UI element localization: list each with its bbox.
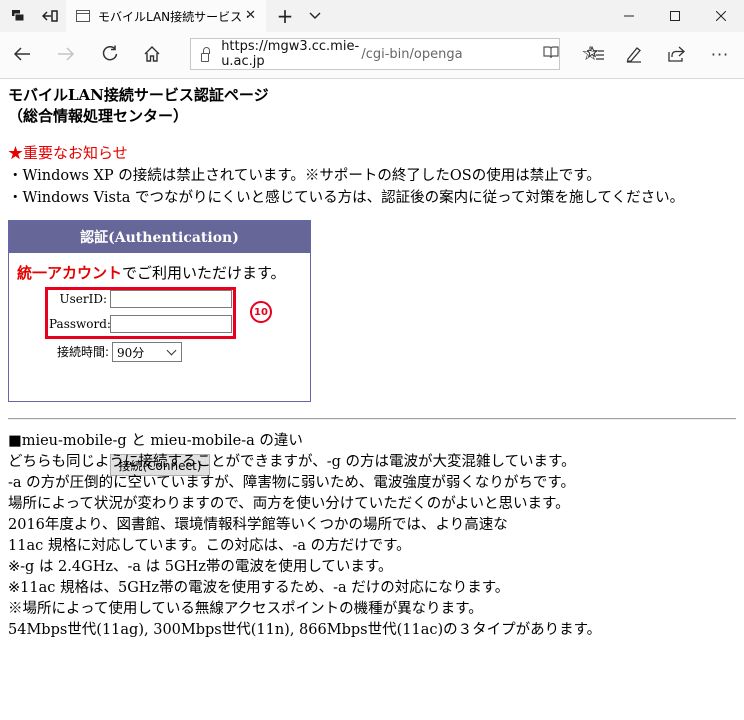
url-path: /cgi-bin/openga xyxy=(361,46,463,62)
tab-close-icon[interactable]: ✕ xyxy=(245,8,256,23)
refresh-icon[interactable] xyxy=(90,32,130,76)
info-line: 2016年度より、図書館、環境情報科学館等いくつかの場所では、より高速な xyxy=(8,517,508,533)
set-tabs-aside-icon[interactable] xyxy=(34,0,66,32)
more-menu-icon[interactable]: ··· xyxy=(700,32,740,76)
info-line: 54Mbps世代(11ag), 300Mbps世代(11n), 866Mbps世… xyxy=(8,622,602,638)
info-line: ■mieu-mobile-g と mieu-mobile-a の違い xyxy=(8,433,303,449)
close-window-icon[interactable] xyxy=(698,0,744,32)
chevron-down-icon xyxy=(166,345,177,356)
auth-header: 認証(Authentication) xyxy=(9,221,310,253)
duration-select[interactable]: 90分 xyxy=(112,342,182,362)
info-line: ※11ac 規格は、5GHz帯の電波を使用するため、-a だけの対応になります。 xyxy=(8,580,510,596)
browser-navbar: https://mgw3.cc.mie-u.ac.jp /cgi-bin/ope… xyxy=(0,32,744,79)
reading-view-icon[interactable] xyxy=(543,45,559,63)
notice-line: ・Windows XP の接続は禁止されています。※サポートの終了したOSの使用… xyxy=(8,168,601,184)
address-bar[interactable]: https://mgw3.cc.mie-u.ac.jp /cgi-bin/ope… xyxy=(190,38,599,70)
info-line: -a の方が圧倒的に空いていますが、障害物に弱いため、電波強度が弱くなりがちです… xyxy=(8,475,575,491)
home-icon[interactable] xyxy=(132,32,172,76)
account-highlight: 統一アカウント xyxy=(17,264,123,282)
annotation-number-badge: 10 xyxy=(250,301,272,323)
lock-icon xyxy=(201,46,211,62)
info-line: 11ac 規格に対応しています。この対応は、-a の方だけです。 xyxy=(8,538,411,554)
share-icon[interactable] xyxy=(656,32,696,76)
new-tab-icon[interactable]: + xyxy=(270,0,300,32)
page-title-line2: （総合情報処理センター） xyxy=(8,107,189,125)
tab-title: モバイルLAN接続サービス・ xyxy=(98,9,248,24)
notice-heading: ★重要なお知らせ xyxy=(8,144,128,162)
tab-list-chevron-icon[interactable] xyxy=(302,0,328,32)
url-host: https://mgw3.cc.mie-u.ac.jp xyxy=(221,39,360,69)
page-title-line1: モバイルLAN接続サービス認証ページ xyxy=(8,86,269,104)
forward-icon[interactable] xyxy=(46,32,86,76)
duration-label: 接続時間: xyxy=(56,345,109,359)
info-line: ※-g は 2.4GHz、-a は 5GHz帯の電波を使用しています。 xyxy=(8,559,393,575)
browser-titlebar: モバイルLAN接続サービス・ ✕ + xyxy=(0,0,744,32)
page-title: モバイルLAN接続サービス認証ページ （総合情報処理センター） xyxy=(8,85,269,127)
auth-panel: 認証(Authentication) 統一アカウントでご利用いただけます。 Us… xyxy=(8,220,311,476)
favorites-list-icon[interactable] xyxy=(576,32,616,76)
info-line: ※場所によって使用している無線アクセスポイントの機種が異なります。 xyxy=(8,601,483,617)
info-line: どちらも同じように接続することができますが、-g の方は電波が大変混雑しています… xyxy=(8,454,576,470)
notice-line: ・Windows Vista でつながりにくいと感じている方は、認証後の案内に従… xyxy=(8,190,685,206)
annotation-highlight-box xyxy=(45,287,236,339)
browser-tab[interactable]: モバイルLAN接続サービス・ ✕ xyxy=(66,0,266,32)
horizontal-divider xyxy=(8,418,736,420)
tab-actions-icon[interactable] xyxy=(2,0,34,32)
back-icon[interactable] xyxy=(2,32,42,76)
account-suffix: でご利用いただけます。 xyxy=(122,264,286,282)
duration-selected-value: 90分 xyxy=(117,345,145,360)
maximize-icon[interactable] xyxy=(652,0,698,32)
info-line: 場所によって状況が変わりますので、両方を使い分けていただくのがよいと思います。 xyxy=(8,496,570,512)
auth-account-message: 統一アカウントでご利用いただけます。 xyxy=(17,262,286,283)
pen-notes-icon[interactable] xyxy=(614,32,654,76)
minimize-icon[interactable] xyxy=(606,0,652,32)
page-icon xyxy=(76,10,90,22)
